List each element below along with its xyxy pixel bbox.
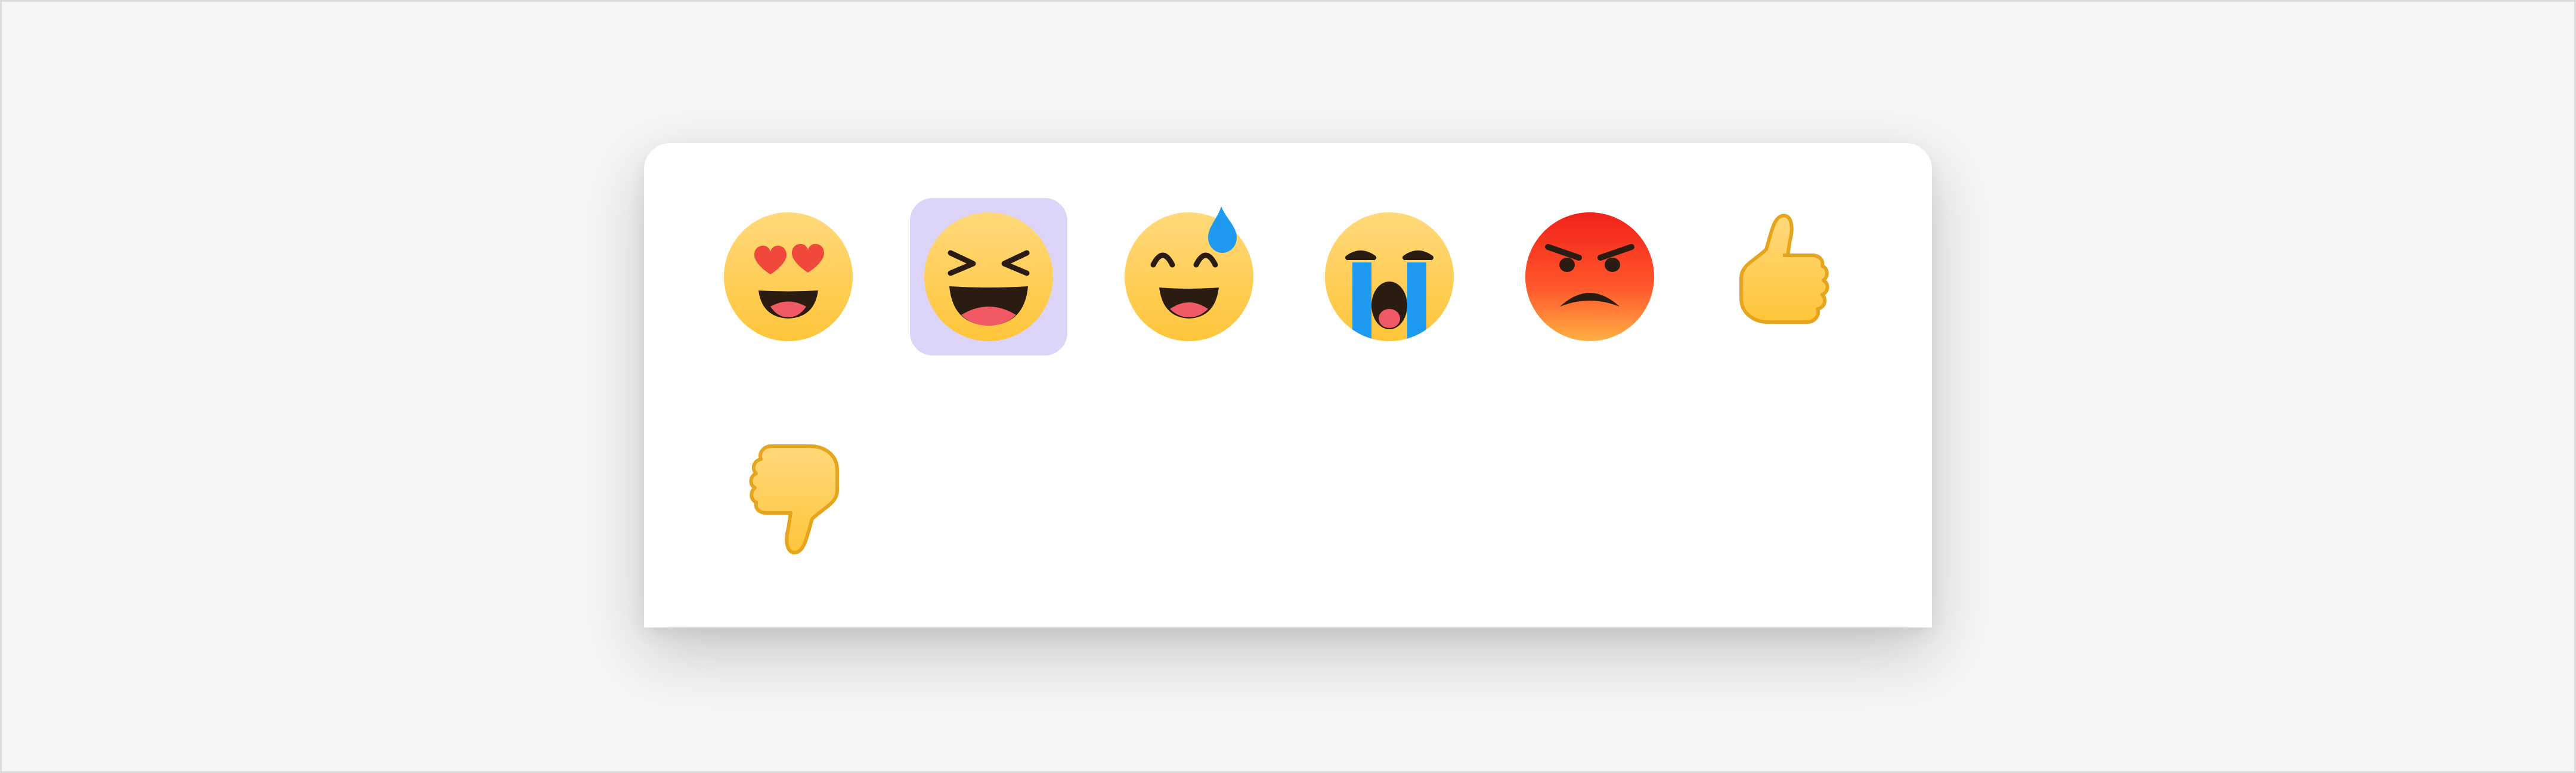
- thumbs-up-icon: [1739, 214, 1829, 324]
- reaction-thumbs-down[interactable]: [710, 408, 867, 565]
- reaction-sweat-smile[interactable]: [1110, 198, 1268, 355]
- grinning-sweat-face-icon: [1125, 206, 1253, 341]
- angry-red-face-icon: [1525, 212, 1654, 341]
- reaction-angry[interactable]: [1511, 198, 1668, 355]
- reaction-picker: [644, 143, 1932, 627]
- reaction-heart-eyes[interactable]: [710, 198, 867, 355]
- squinting-laughing-face-icon: [924, 212, 1053, 341]
- heart-eyes-face-icon: [724, 212, 853, 341]
- reaction-crying[interactable]: [1311, 198, 1468, 355]
- loudly-crying-face-icon: [1325, 212, 1454, 341]
- thumbs-down-icon: [749, 444, 839, 555]
- reaction-laughing[interactable]: [910, 198, 1067, 355]
- reaction-thumbs-up[interactable]: [1711, 198, 1869, 355]
